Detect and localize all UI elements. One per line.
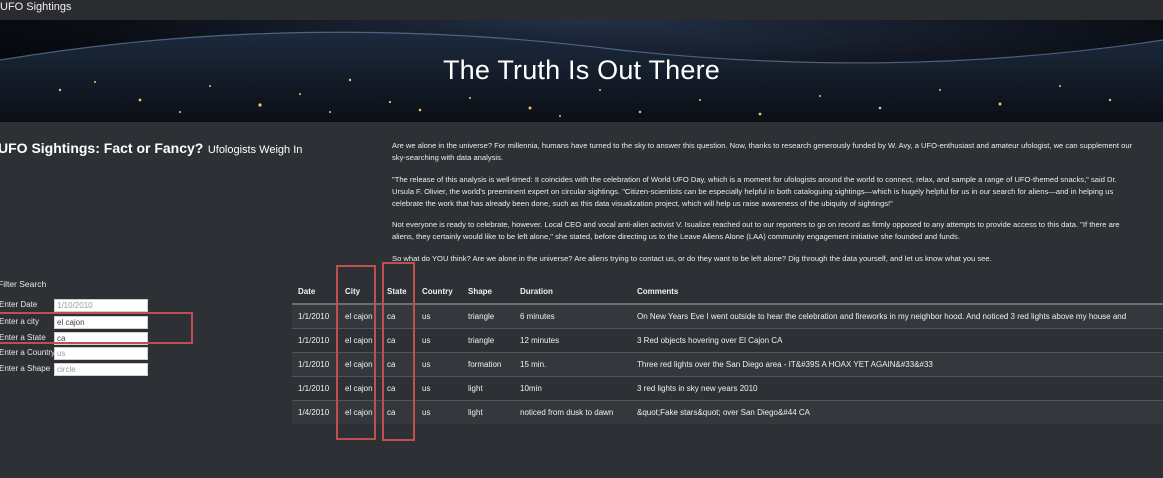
article-paragraph-1: Are we alone in the universe? For millen… [392,141,1133,162]
cell-comments: 3 red lights in sky new years 2010 [631,376,1163,401]
cell-shape: triangle [462,303,514,329]
cell-date: 1/1/2010 [292,352,339,377]
cell-duration: 10min [514,376,631,401]
col-header-state: State [381,280,416,305]
table-row: 1/4/2010 el cajon ca us light noticed fr… [292,400,1163,424]
filter-title: Filter Search [0,279,47,289]
col-header-comments: Comments [631,280,1163,305]
cell-duration: 6 minutes [514,303,631,329]
cell-comments: &quot;Fake stars&quot; over San Diego&#4… [631,400,1163,424]
col-header-duration: Duration [514,280,631,305]
cell-comments: Three red lights over the San Diego area… [631,352,1163,377]
cell-duration: 12 minutes [514,328,631,353]
ufo-table: Date City State Country Shape Duration C… [292,280,1163,424]
cell-city: el cajon [339,352,381,377]
hero-title: The Truth Is Out There [442,55,721,85]
article-paragraph-2: "The release of this analysis is well-ti… [392,174,1117,208]
cell-duration: noticed from dusk to dawn [514,400,631,424]
filter-city-row: Enter a city [0,316,150,329]
cell-shape: formation [462,352,514,377]
cell-country: us [416,400,462,424]
table-row: 1/1/2010 el cajon ca us light 10min 3 re… [292,376,1163,401]
cell-city: el cajon [339,376,381,401]
cell-shape: triangle [462,328,514,353]
heading-sub: Ufologists Weigh In [207,144,303,156]
cell-state: ca [381,352,416,377]
navbar: UFO Sightings [0,0,1163,21]
filter-date-row: Enter Date [0,299,150,312]
date-input[interactable] [54,299,148,312]
cell-country: us [416,303,462,329]
state-input[interactable] [54,332,148,345]
filter-state-row: Enter a State [0,332,150,345]
cell-country: us [416,328,462,353]
cell-country: us [416,376,462,401]
table-row: 1/1/2010 el cajon ca us formation 15 min… [292,352,1163,377]
filter-country-label: Enter a Country [0,348,56,357]
cell-shape: light [462,400,514,424]
cell-date: 1/4/2010 [292,400,339,424]
col-header-city: City [339,280,381,305]
filter-shape-label: Enter a Shape [0,364,51,373]
cell-state: ca [381,400,416,424]
navbar-brand[interactable]: UFO Sightings [0,1,72,13]
col-header-country: Country [416,280,462,305]
filter-city-label: Enter a city [0,317,40,326]
table-row: 1/1/2010 el cajon ca us triangle 12 minu… [292,328,1163,353]
cell-duration: 15 min. [514,352,631,377]
cell-state: ca [381,303,416,329]
cell-state: ca [381,328,416,353]
hero-banner: The Truth Is Out There [0,20,1163,122]
cell-shape: light [462,376,514,401]
city-input[interactable] [54,316,148,329]
filter-country-row: Enter a Country [0,347,150,360]
filter-shape-row: Enter a Shape [0,363,150,376]
article: Are we alone in the universe? For millen… [392,140,1163,274]
shape-input[interactable] [54,363,148,376]
article-paragraph-4: So what do YOU think? Are we alone in th… [392,253,992,263]
page-heading: UFO Sightings: Fact or Fancy? Ufologists… [0,140,302,158]
table-row: 1/1/2010 el cajon ca us triangle 6 minut… [292,303,1163,329]
col-header-date: Date [292,280,339,305]
cell-date: 1/1/2010 [292,376,339,401]
cell-date: 1/1/2010 [292,303,339,329]
country-input[interactable] [54,347,148,360]
cell-comments: On New Years Eve I went outside to hear … [631,303,1163,329]
heading-main: UFO Sightings: Fact or Fancy? [0,140,204,156]
cell-state: ca [381,376,416,401]
cell-city: el cajon [339,400,381,424]
col-header-shape: Shape [462,280,514,305]
filter-date-label: Enter Date [0,300,38,309]
cell-city: el cajon [339,328,381,353]
filter-state-label: Enter a State [0,333,46,342]
cell-comments: 3 Red objects hovering over El Cajon CA [631,328,1163,353]
cell-city: el cajon [339,303,381,329]
cell-country: us [416,352,462,377]
table-header-row: Date City State Country Shape Duration C… [292,280,1163,305]
article-paragraph-3: Not everyone is ready to celebrate, howe… [392,220,1120,241]
cell-date: 1/1/2010 [292,328,339,353]
